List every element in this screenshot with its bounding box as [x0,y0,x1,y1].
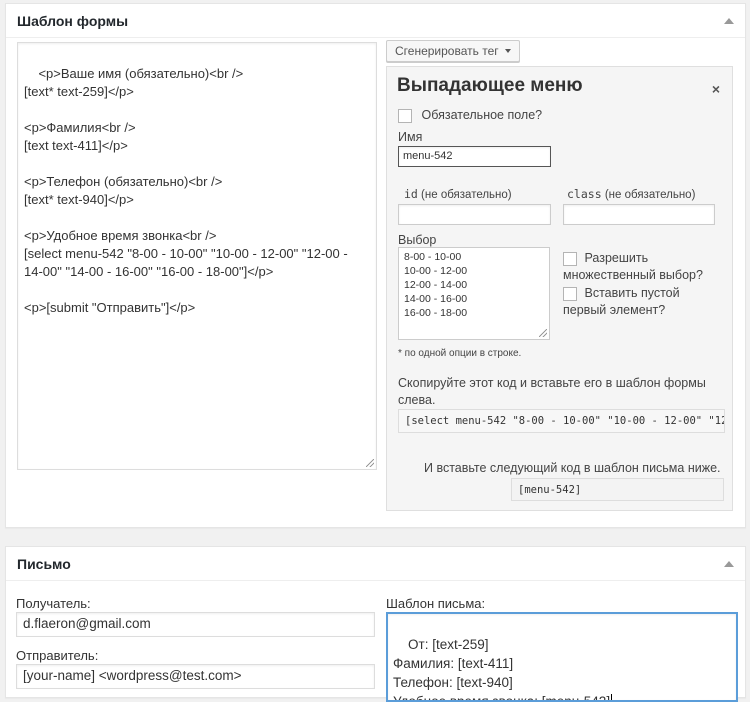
mail-instruction: И вставьте следующий код в шаблон письма… [424,461,721,475]
form-template-header[interactable]: Шаблон формы [6,4,745,38]
mail-header[interactable]: Письмо [6,547,745,581]
sender-label: Отправитель: [16,648,99,663]
sender-input[interactable]: [your-name] <wordpress@test.com> [16,664,375,689]
mail-body-text: От: [text-259] Фамилия: [text-411] Телеф… [393,637,611,702]
multiple-checkbox[interactable] [563,251,577,266]
generated-code-field[interactable]: [select menu-542 "8-00 - 10-00" "10-00 -… [398,409,725,433]
copy-instruction: Скопируйте этот код и вставьте его в шаб… [398,376,706,407]
id-label: id (не обязательно) [404,187,512,201]
option-line: 10-00 - 12-00 [404,265,468,277]
required-label: Обязательное поле? [421,108,543,122]
option-line: 14-00 - 16-00 [404,293,468,305]
id-note: (не обязательно) [417,189,512,201]
tag-generator-panel: Выпадающее меню × Обязательное поле? Имя… [386,66,733,511]
mail-body-textarea[interactable]: От: [text-259] Фамилия: [text-411] Телеф… [386,612,738,702]
required-row: Обязательное поле? [398,108,542,123]
options-hint: * по одной опции в строке. [398,348,522,359]
dropdown-caret-icon [504,49,511,53]
form-template-title: Шаблон формы [17,12,129,29]
resize-handle-icon[interactable] [539,329,547,337]
required-checkbox[interactable] [398,108,412,123]
generate-tag-button[interactable]: Сгенерировать тег [386,40,520,62]
form-template-text: <p>Ваше имя (обязательно)<br /> [text* t… [24,66,348,315]
blank-row: Вставить пустой первый элемент? [563,285,723,319]
mail-code-field[interactable]: [menu-542] [511,478,724,501]
mail-body-label: Шаблон письма: [386,596,486,611]
name-label: Имя [398,130,423,144]
mail-box: Письмо Получатель: d.flaeron@gmail.com О… [5,546,746,702]
id-input[interactable] [398,204,551,225]
collapse-arrow-icon[interactable] [724,560,734,567]
blank-label: Вставить пустой первый элемент? [563,286,680,317]
recipient-input[interactable]: d.flaeron@gmail.com [16,612,375,637]
resize-handle-icon[interactable] [366,459,374,467]
blank-checkbox[interactable] [563,286,577,301]
class-code: class [567,187,602,201]
recipient-label: Получатель: [16,596,91,611]
class-input[interactable] [563,204,715,225]
mail-title: Письмо [17,555,71,572]
text-cursor [611,694,613,700]
option-line: 8-00 - 10-00 [404,251,462,263]
name-input[interactable]: menu-542 [398,146,551,167]
choice-label: Выбор [398,233,437,247]
options-textarea[interactable]: 8-00 - 10-00 10-00 - 12-00 12-00 - 14-00… [398,247,550,340]
form-template-textarea[interactable]: <p>Ваше имя (обязательно)<br /> [text* t… [17,42,377,470]
class-label: class (не обязательно) [567,187,695,201]
id-code: id [404,187,418,201]
multiple-label: Разрешить множественный выбор? [563,251,703,282]
collapse-arrow-icon[interactable] [724,17,734,24]
generate-tag-label: Сгенерировать тег [395,44,499,58]
option-line: 12-00 - 14-00 [404,279,468,291]
class-note: (не обязательно) [601,189,696,201]
option-line: 16-00 - 18-00 [404,307,468,319]
panel-title: Выпадающее меню [397,75,583,96]
close-icon[interactable]: × [712,81,720,97]
multiple-row: Разрешить множественный выбор? [563,250,723,284]
